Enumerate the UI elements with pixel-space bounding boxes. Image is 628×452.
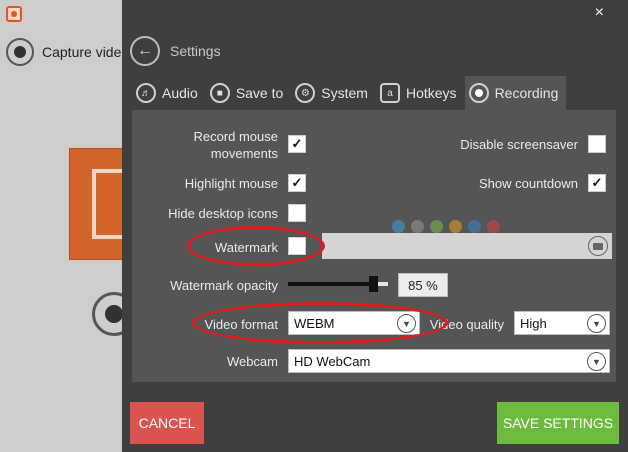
recording-settings-panel: Record mouse movements ✓ Disable screens…: [132, 110, 616, 382]
hide-desktop-icons-checkbox[interactable]: [288, 204, 306, 222]
tab-audio-label: Audio: [162, 85, 198, 101]
tab-recording-label: Recording: [494, 85, 559, 101]
video-quality-value: High: [520, 315, 547, 331]
capture-video-button[interactable]: Capture video: [6, 38, 129, 66]
app-logo-icon: [6, 6, 22, 22]
record-icon: [468, 83, 489, 103]
watermark-opacity-value[interactable]: 85 %: [398, 273, 448, 297]
settings-title: Settings: [170, 43, 221, 59]
back-arrow-icon[interactable]: ←: [130, 36, 160, 66]
keyboard-icon: a: [379, 83, 400, 103]
highlight-mouse-label: Highlight mouse: [184, 176, 278, 191]
show-countdown-checkbox[interactable]: ✓: [588, 174, 606, 192]
speaker-icon: ♬: [136, 83, 156, 103]
tab-system[interactable]: ⚙ System: [291, 76, 376, 110]
settings-header: ← Settings: [130, 36, 221, 66]
watermark-opacity-slider[interactable]: [288, 276, 388, 292]
capture-video-label: Capture video: [42, 44, 130, 60]
webcam-select[interactable]: HD WebCam ▼: [288, 349, 610, 373]
tab-recording[interactable]: Recording: [464, 76, 567, 110]
video-format-value: WEBM: [294, 315, 335, 331]
video-format-label: Video format: [204, 317, 278, 332]
site-watermark-logo: [392, 220, 500, 233]
slider-fill: [288, 282, 373, 286]
show-countdown-label: Show countdown: [478, 176, 578, 191]
browse-folder-icon[interactable]: [588, 236, 608, 256]
highlight-mouse-checkbox[interactable]: ✓: [288, 174, 306, 192]
cancel-button[interactable]: CANCEL: [130, 402, 204, 444]
tab-save-to-label: Save to: [235, 85, 284, 101]
record-icon: [6, 38, 34, 66]
tab-save-to[interactable]: ■ Save to: [206, 76, 291, 110]
tab-hotkeys[interactable]: a Hotkeys: [376, 76, 465, 110]
save-settings-button[interactable]: SAVE SETTINGS: [497, 402, 619, 444]
close-button[interactable]: ×: [595, 4, 604, 22]
folder-icon: ■: [209, 83, 230, 103]
chevron-down-icon: ▼: [397, 314, 416, 333]
chevron-down-icon: ▼: [587, 314, 606, 333]
disable-screensaver-checkbox[interactable]: [588, 135, 606, 153]
watermark-checkbox[interactable]: [288, 237, 306, 255]
settings-dialog: × ← Settings ♬ Audio ■ Save to ⚙ System …: [122, 0, 628, 452]
gear-icon: ⚙: [295, 83, 316, 103]
webcam-label: Webcam: [226, 354, 278, 369]
record-mouse-label: Record mouse movements: [193, 129, 278, 161]
watermark-path-field[interactable]: [322, 233, 612, 259]
watermark-label: Watermark: [214, 240, 278, 255]
watermark-opacity-label: Watermark opacity: [170, 278, 278, 293]
tab-hotkeys-label: Hotkeys: [405, 85, 457, 101]
webcam-value: HD WebCam: [294, 353, 371, 369]
tab-audio[interactable]: ♬ Audio: [132, 76, 206, 110]
hide-desktop-icons-label: Hide desktop icons: [168, 206, 278, 221]
tab-system-label: System: [321, 85, 368, 101]
disable-screensaver-label: Disable screensaver: [460, 137, 578, 152]
video-quality-select[interactable]: High ▼: [514, 311, 610, 335]
record-mouse-checkbox[interactable]: ✓: [288, 135, 306, 153]
video-quality-label: Video quality: [429, 317, 504, 332]
settings-tabs: ♬ Audio ■ Save to ⚙ System a Hotkeys Rec…: [132, 76, 567, 110]
chevron-down-icon: ▼: [587, 352, 606, 371]
slider-thumb[interactable]: [369, 276, 378, 292]
video-format-select[interactable]: WEBM ▼: [288, 311, 420, 335]
